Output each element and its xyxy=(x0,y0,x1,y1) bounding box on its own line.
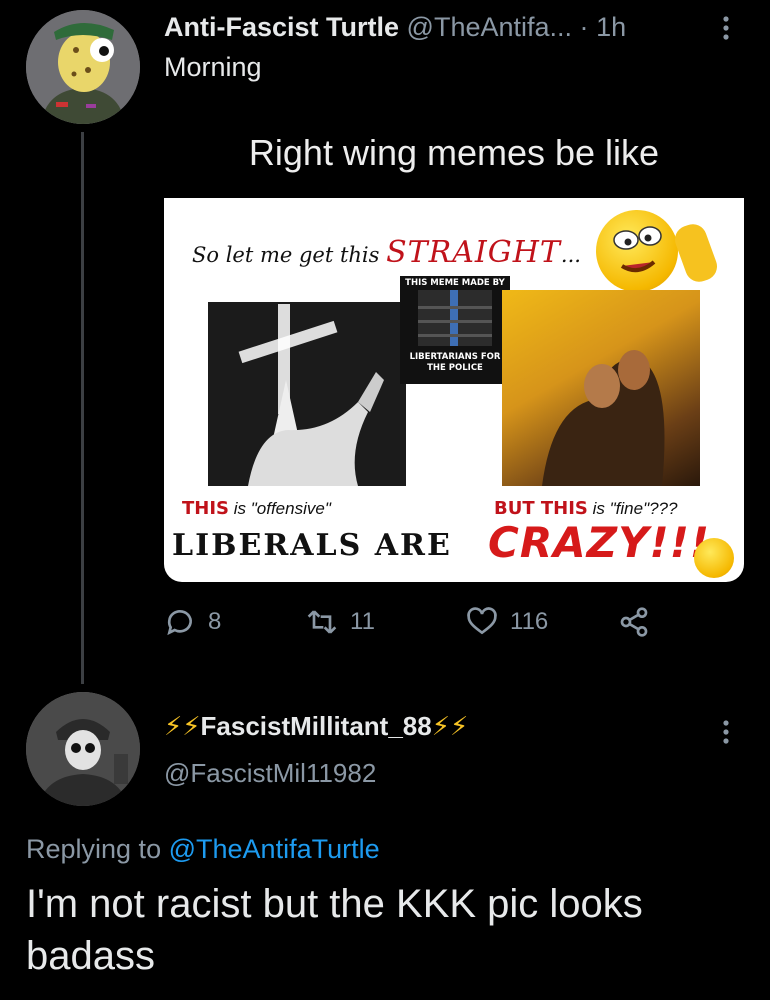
display-name[interactable]: ⚡⚡FascistMillitant_88⚡⚡ xyxy=(164,711,468,742)
share-icon xyxy=(620,607,648,637)
replying-prefix: Replying to xyxy=(26,834,162,864)
kkk-photo xyxy=(208,302,406,486)
meme-title: So let me get this STRAIGHT... xyxy=(192,235,581,270)
meme-image: So let me get this STRAIGHT... THIS MEME… xyxy=(164,198,744,582)
tweet-text: Morning xyxy=(164,52,262,82)
reply-count: 8 xyxy=(208,608,222,635)
lightning-bolt-icon: ⚡⚡ xyxy=(164,711,201,741)
more-options-icon[interactable] xyxy=(716,14,736,49)
mention-link[interactable]: @TheAntifaTurtle xyxy=(169,834,380,864)
reply-icon xyxy=(167,610,192,636)
tweet-header: Anti-Fascist Turtle @TheAntifa... · 1h xyxy=(164,10,626,44)
hand-emoji-icon xyxy=(671,220,721,286)
timestamp[interactable]: 1h xyxy=(596,12,626,42)
liberals-are-text: LIBERALS ARE xyxy=(172,528,452,563)
label-offensive: THIS is "offensive" xyxy=(182,498,331,519)
crazy-text: CRAZY!!! xyxy=(488,518,710,567)
label-fine: BUT THIS is "fine"??? xyxy=(494,498,678,519)
anime-embrace-image xyxy=(502,290,700,486)
meme-lead: So let me get this xyxy=(192,243,380,267)
display-name-text: FascistMillitant_88 xyxy=(200,711,432,741)
skull-soldier-avatar-icon[interactable] xyxy=(26,692,140,806)
share-button[interactable] xyxy=(618,606,662,638)
replying-to: Replying to @TheAntifaTurtle xyxy=(26,834,380,865)
libertarians-for-police-logo: THIS MEME MADE BY LIBERTARIANS FOR THE P… xyxy=(400,276,510,384)
lightning-bolt-icon: ⚡⚡ xyxy=(431,711,469,741)
like-button[interactable]: 116 xyxy=(466,606,548,638)
reply-button[interactable]: 8 xyxy=(164,606,221,638)
laughing-emoji-icon xyxy=(694,538,734,578)
turtle-avatar-icon[interactable] xyxy=(26,10,140,124)
heart-icon xyxy=(467,607,497,635)
meme-caption: Right wing memes be like xyxy=(248,132,660,173)
like-count: 116 xyxy=(510,608,549,635)
meme-ellipsis: ... xyxy=(560,243,581,267)
separator-dot: · xyxy=(579,12,589,42)
confused-emoji-icon xyxy=(596,210,678,292)
retweet-count: 11 xyxy=(350,608,375,635)
more-options-icon[interactable] xyxy=(716,718,736,753)
meme-straight-word: STRAIGHT xyxy=(386,235,561,270)
retweet-icon xyxy=(307,610,337,634)
thread-line xyxy=(81,132,84,684)
tweet-text: I'm not racist but the KKK pic looks bad… xyxy=(26,882,643,978)
tweet-media[interactable]: Right wing memes be like So let me get t… xyxy=(164,120,744,582)
handle[interactable]: @TheAntifa... xyxy=(407,12,572,42)
retweet-button[interactable]: 11 xyxy=(306,606,375,638)
handle[interactable]: @FascistMil11982 xyxy=(164,758,376,789)
display-name[interactable]: Anti-Fascist Turtle xyxy=(164,12,399,42)
